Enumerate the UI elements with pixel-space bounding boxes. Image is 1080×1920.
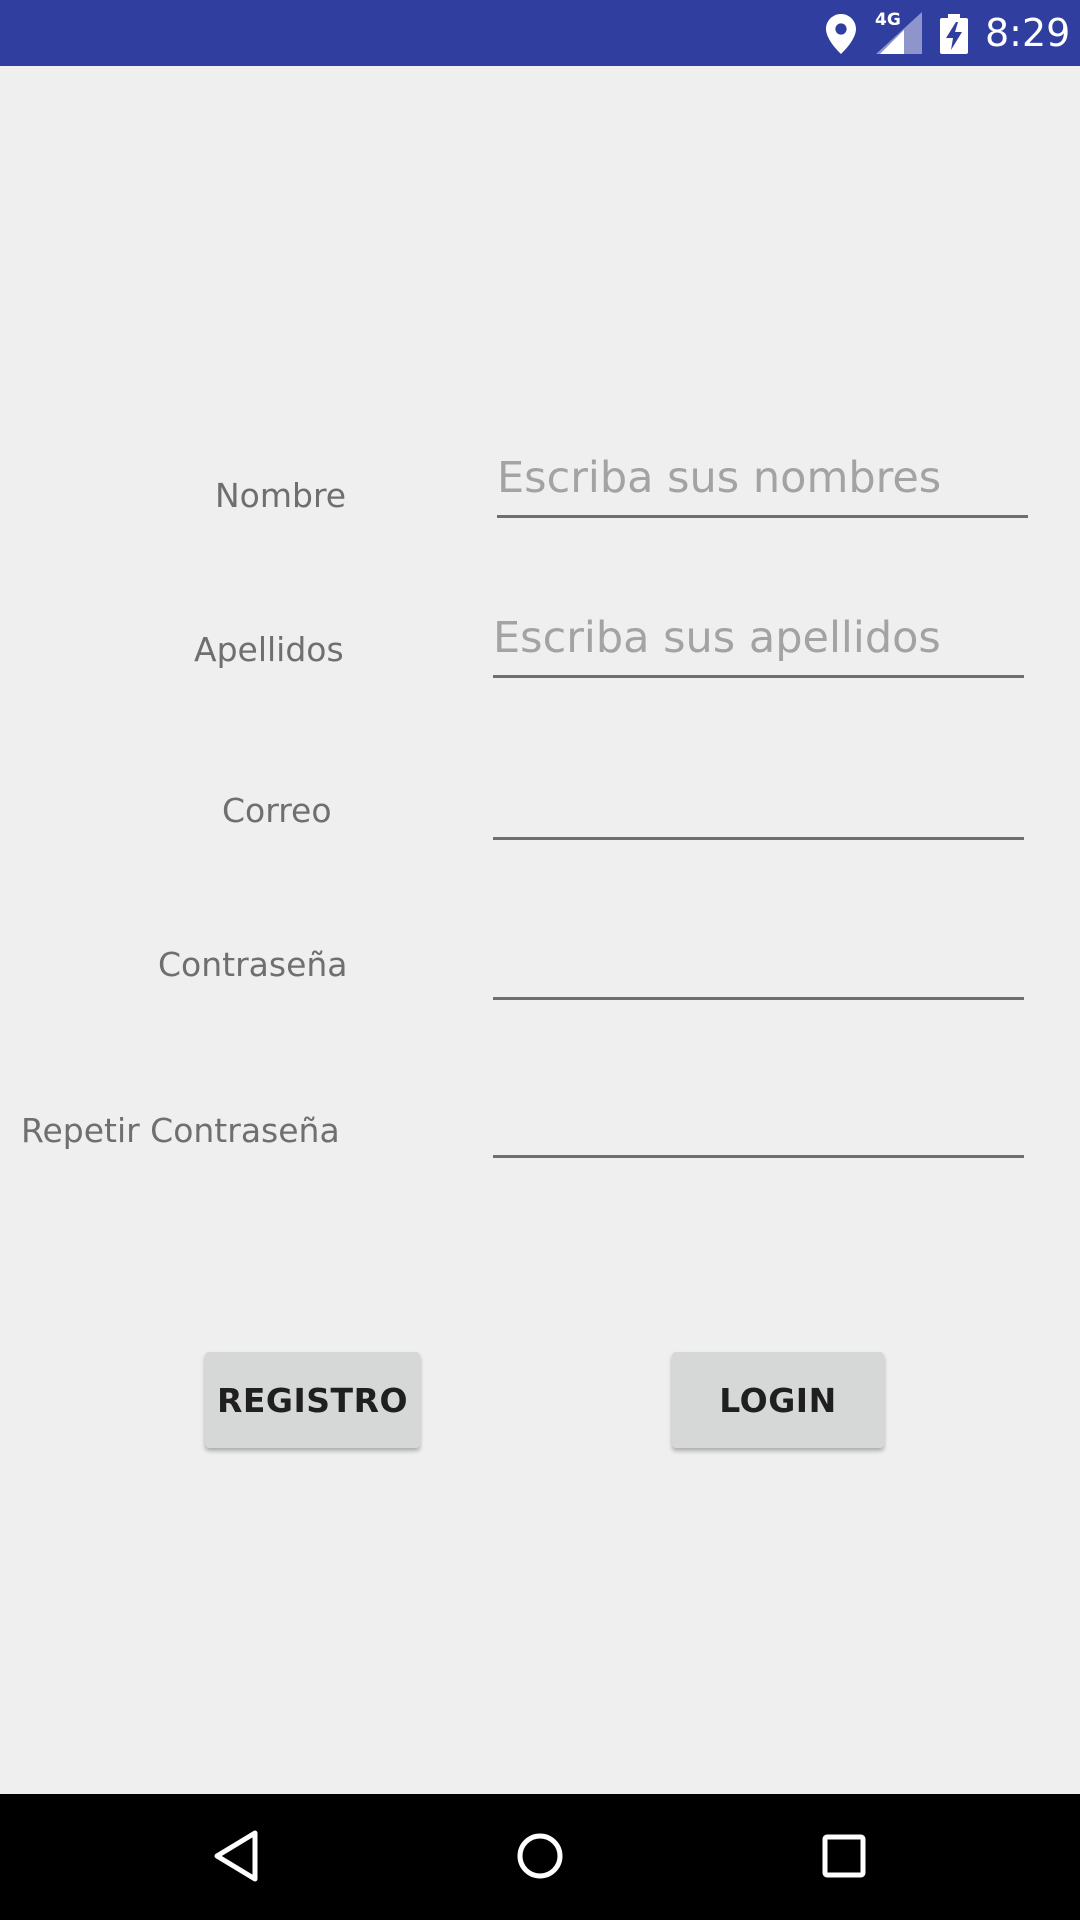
home-icon[interactable] bbox=[516, 1832, 564, 1880]
correo-input[interactable] bbox=[493, 770, 1024, 840]
correo-label: Correo bbox=[222, 791, 332, 830]
registro-button[interactable]: REGISTRO bbox=[205, 1352, 420, 1448]
battery-charging-icon bbox=[940, 14, 968, 54]
nombre-label: Nombre bbox=[215, 476, 347, 515]
location-icon bbox=[826, 14, 856, 54]
recents-icon[interactable] bbox=[822, 1834, 866, 1878]
signal-icon bbox=[876, 12, 922, 54]
apellidos-input[interactable] bbox=[493, 608, 1024, 678]
status-time: 8:29 bbox=[985, 11, 1071, 55]
contrasena-label: Contraseña bbox=[158, 945, 348, 984]
registration-form: Nombre Apellidos Correo Contraseña Repet… bbox=[0, 66, 1080, 1794]
repetir-contrasena-label: Repetir Contraseña bbox=[21, 1111, 340, 1150]
status-bar: 4G 8:29 bbox=[0, 0, 1080, 66]
back-icon[interactable] bbox=[213, 1829, 259, 1883]
login-button[interactable]: LOGIN bbox=[672, 1352, 884, 1448]
navigation-bar bbox=[0, 1794, 1080, 1920]
contrasena-input[interactable] bbox=[493, 930, 1024, 1000]
repetir-contrasena-input[interactable] bbox=[493, 1087, 1024, 1158]
apellidos-label: Apellidos bbox=[194, 630, 344, 669]
nombre-input[interactable] bbox=[497, 448, 1028, 518]
